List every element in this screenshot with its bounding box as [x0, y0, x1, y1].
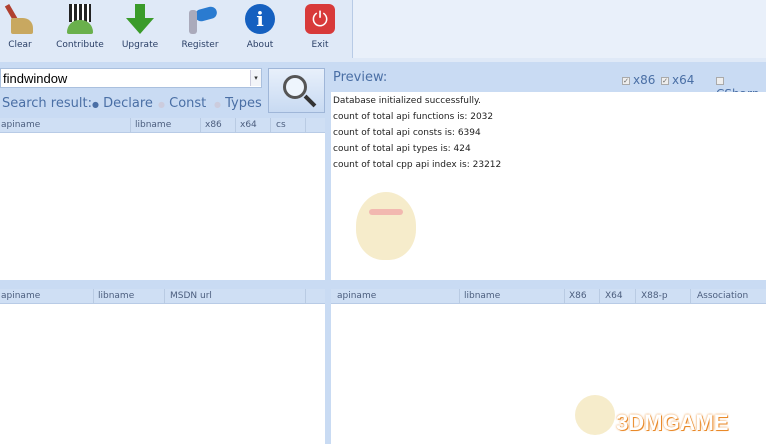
column-libname[interactable]: libname [98, 291, 134, 301]
column-x88-p[interactable]: X88-p [641, 291, 668, 301]
column-apiname[interactable]: apiname [1, 291, 40, 301]
column-association[interactable]: Association [697, 291, 748, 301]
broom-icon [3, 2, 37, 36]
column-x64[interactable]: x64 [240, 120, 257, 130]
watermark: 3DMGAME [616, 410, 729, 435]
column-apiname[interactable]: apiname [337, 291, 376, 301]
preview-line: count of total cpp api index is: 23212 [333, 160, 502, 170]
column-x86[interactable]: x86 [205, 120, 222, 130]
download-arrow-icon [123, 2, 157, 36]
preview-line: count of total api types is: 424 [333, 144, 471, 154]
checkbox-label: x86 [633, 73, 656, 87]
top-table-header: apiname libname x86 x64 cs [0, 118, 325, 133]
info-icon: i [243, 2, 277, 36]
search-input[interactable] [0, 68, 262, 88]
radio-const[interactable]: ● Const [158, 96, 206, 111]
column-x86[interactable]: X86 [569, 291, 587, 301]
search-button[interactable] [268, 68, 325, 113]
radio-label: Declare [103, 96, 153, 111]
toolbar-empty-area [352, 0, 766, 58]
checkbox-x64[interactable]: ✓ x64 [661, 73, 694, 87]
exit-button[interactable]: ⏻ Exit [292, 2, 348, 58]
radio-types[interactable]: ● Types [214, 96, 262, 111]
bottom-left-list[interactable] [0, 304, 325, 444]
watermark-mascot [575, 395, 615, 435]
power-icon: ⏻ [303, 2, 337, 36]
qr-android-icon [63, 2, 97, 36]
bottom-left-table-header: apiname libname MSDN url [0, 289, 325, 304]
preview-pane[interactable]: Database initialized successfully. count… [331, 92, 766, 280]
mascot-image [341, 187, 431, 262]
upgrate-button[interactable]: Upgrate [112, 2, 168, 58]
search-results-list[interactable] [0, 133, 325, 280]
preview-line: Database initialized successfully. [333, 96, 481, 106]
column-msdn-url[interactable]: MSDN url [170, 291, 212, 301]
preview-title: Preview: [333, 70, 388, 85]
key-icon [183, 2, 219, 36]
search-result-label: Search result: [2, 96, 92, 111]
preview-line: count of total api functions is: 2032 [333, 112, 494, 122]
magnifier-icon [283, 75, 307, 99]
column-apiname[interactable]: apiname [1, 120, 40, 130]
register-button[interactable]: Register [172, 2, 228, 58]
radio-label: Types [225, 96, 262, 111]
column-x64[interactable]: X64 [605, 291, 623, 301]
checkbox-label: x64 [672, 73, 695, 87]
search-dropdown-button[interactable]: ▾ [250, 70, 261, 86]
preview-line: count of total api consts is: 6394 [333, 128, 481, 138]
bottom-right-table-header: apiname libname X86 X64 X88-p Associatio… [331, 289, 766, 304]
checkbox-x86[interactable]: ✓ x86 [622, 73, 655, 87]
column-libname[interactable]: libname [135, 120, 171, 130]
radio-declare[interactable]: ● Declare [92, 96, 153, 111]
radio-label: Const [169, 96, 207, 111]
column-libname[interactable]: libname [464, 291, 500, 301]
column-cs[interactable]: cs [276, 120, 286, 130]
clear-button[interactable]: Clear [0, 2, 48, 58]
contribute-button[interactable]: Contribute [52, 2, 108, 58]
about-button[interactable]: i About [232, 2, 288, 58]
